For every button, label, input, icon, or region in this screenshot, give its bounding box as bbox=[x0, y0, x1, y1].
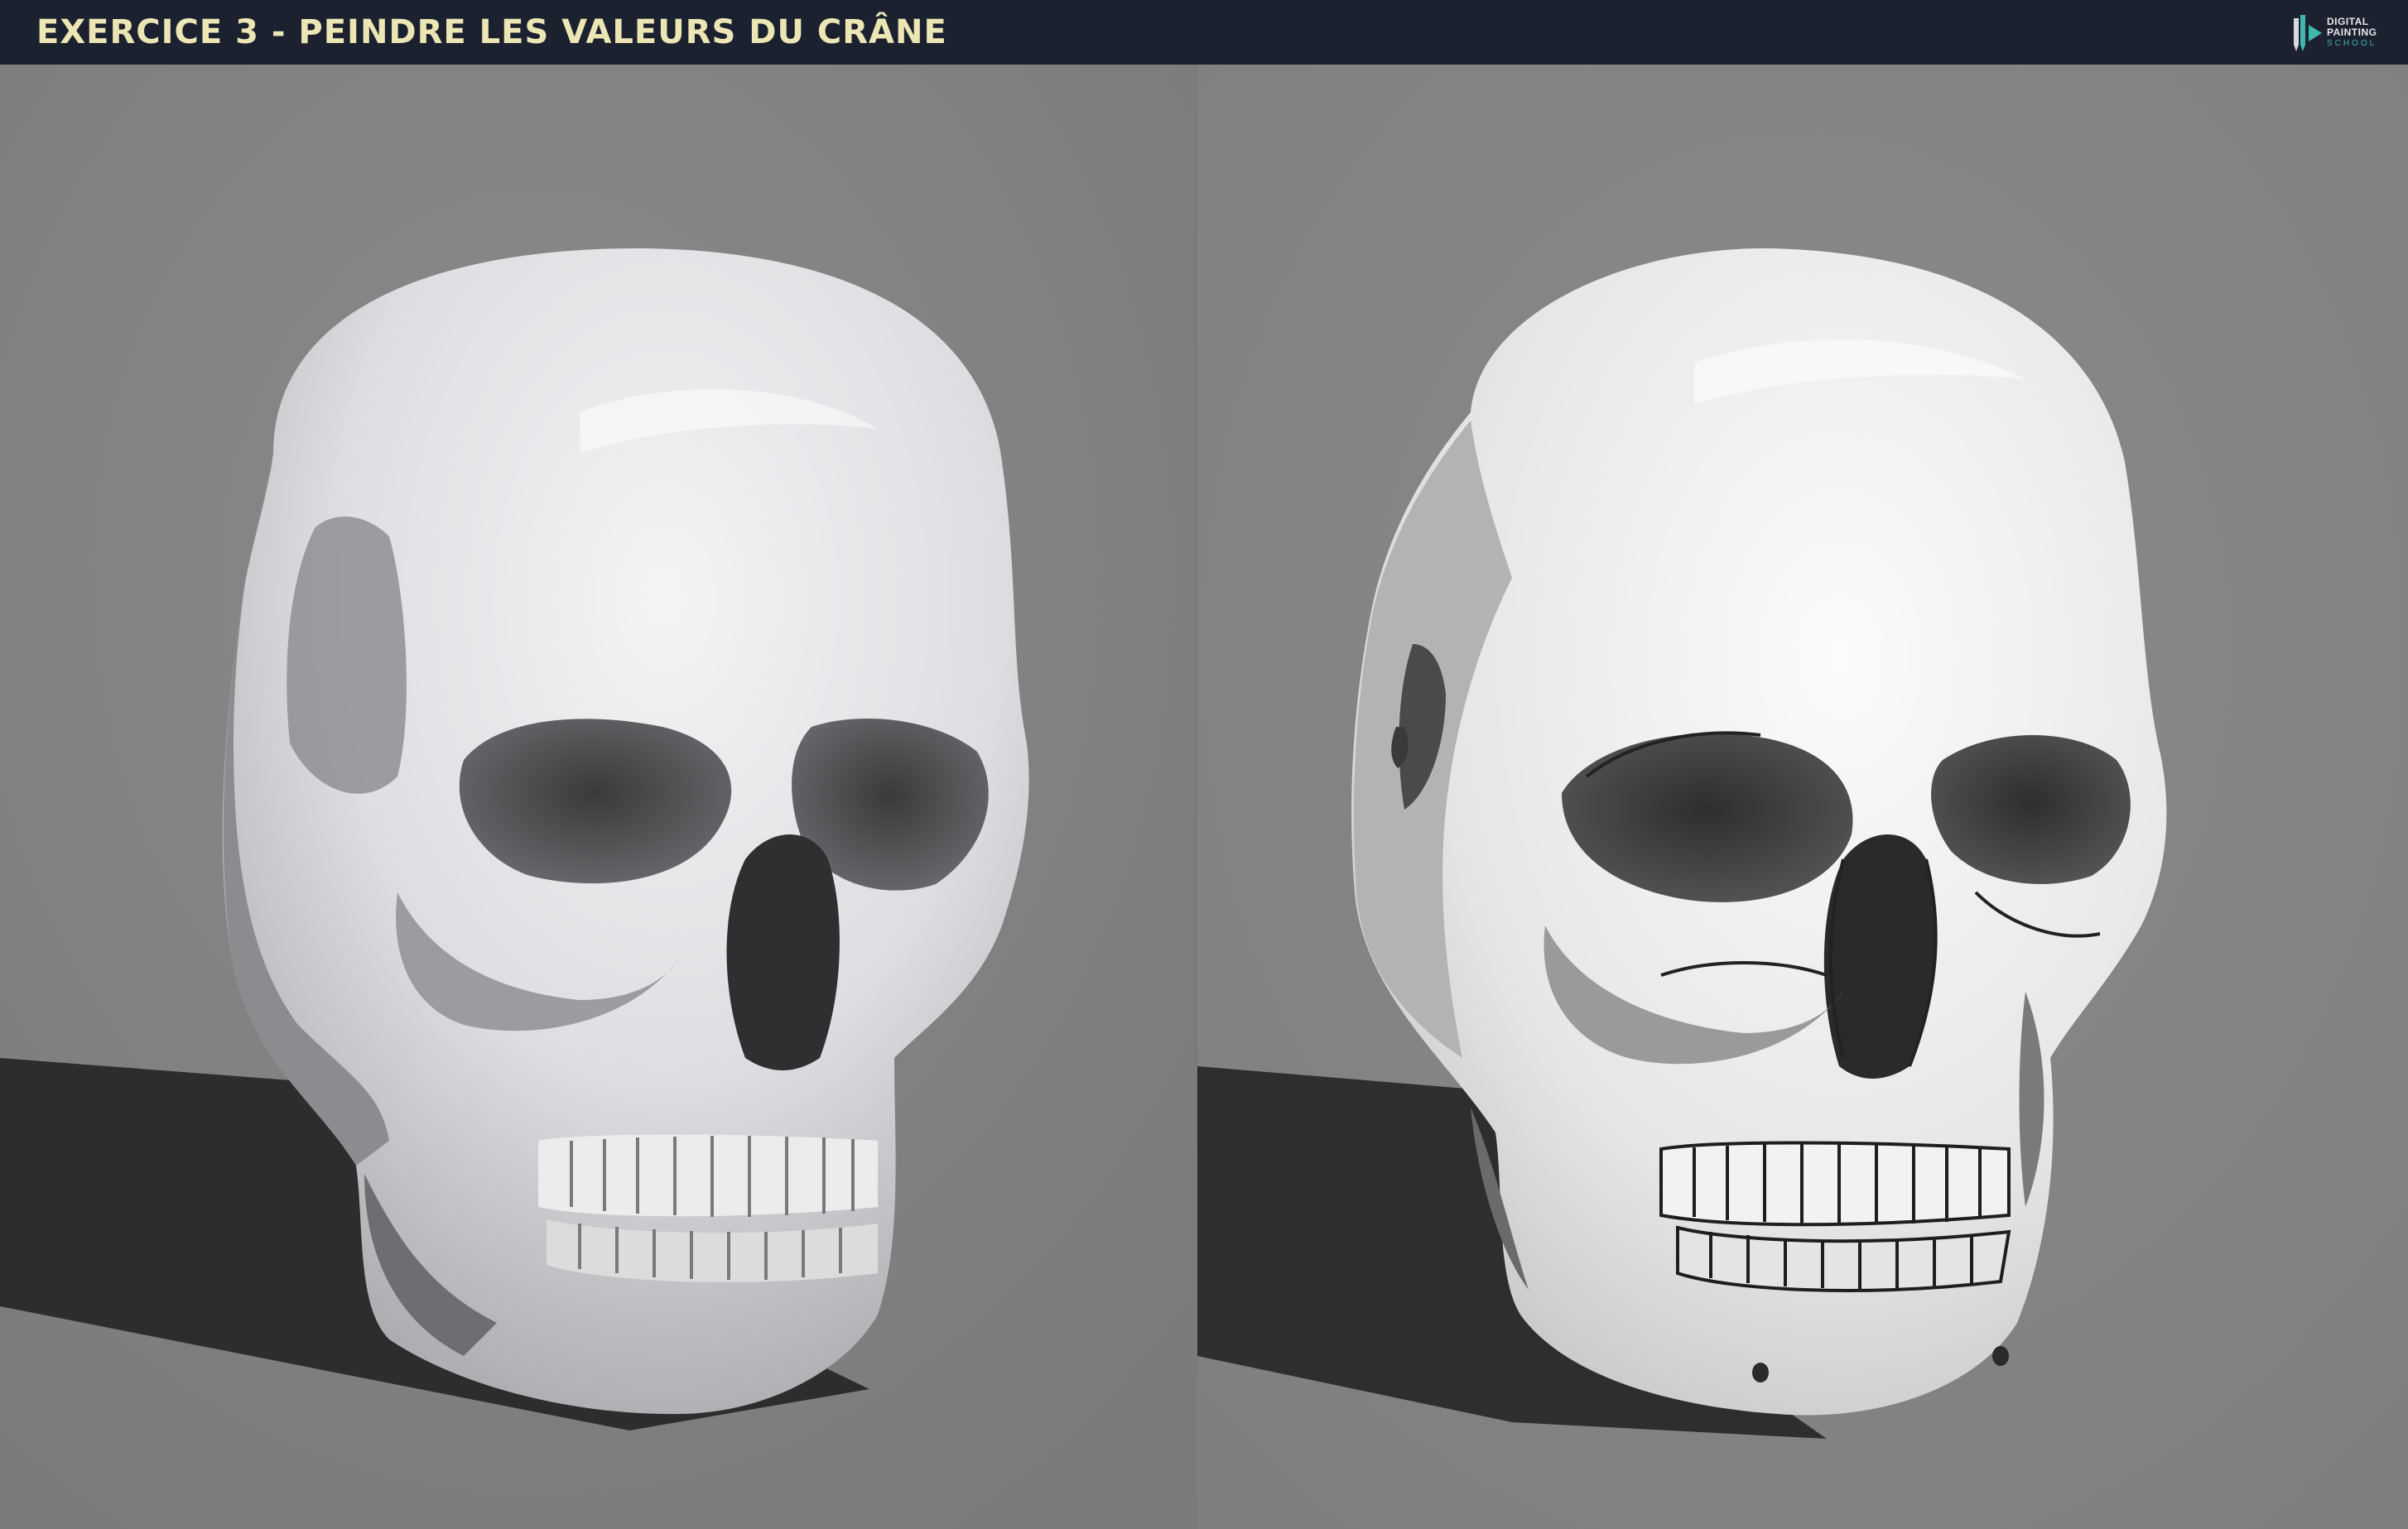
pencil-play-logo-icon bbox=[2294, 15, 2322, 51]
school-logo: DIGITAL PAINTING SCHOOL bbox=[2290, 8, 2386, 56]
reference-skull-image bbox=[0, 65, 1197, 1529]
painted-skull-image bbox=[1197, 65, 2408, 1529]
page-title: EXERCICE 3 - PEINDRE LES VALEURS DU CRÂN… bbox=[36, 13, 947, 51]
reference-skull-panel bbox=[0, 65, 1197, 1529]
header-bar: EXERCICE 3 - PEINDRE LES VALEURS DU CRÂN… bbox=[0, 0, 2408, 65]
painted-skull-panel bbox=[1197, 65, 2408, 1529]
logo-text-school: SCHOOL bbox=[2327, 39, 2377, 48]
logo-text-painting: PAINTING bbox=[2327, 26, 2377, 38]
